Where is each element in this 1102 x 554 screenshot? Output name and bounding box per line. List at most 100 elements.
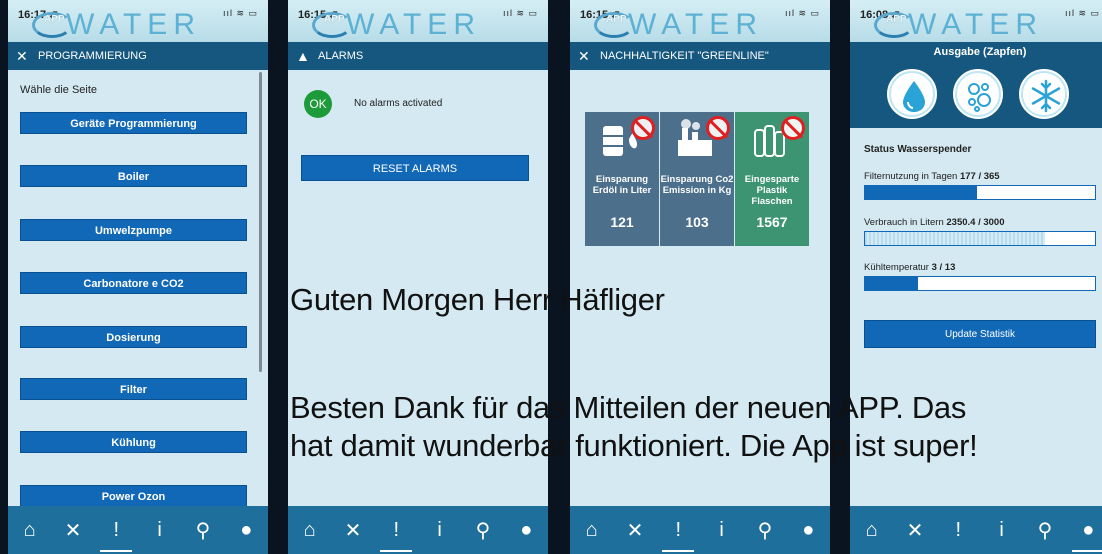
tile-label: Eingesparte Plastik Flaschen: [744, 174, 800, 207]
tile-label: Einsparung Erdöl in Liter: [592, 174, 652, 196]
section-title: PROGRAMMIERUNG: [38, 50, 147, 62]
tile-erdoel: Einsparung Erdöl in Liter 121: [585, 112, 659, 246]
bottom-nav: ⌂ ✕ ! i ⚲ ●: [850, 506, 1102, 554]
alert-glyph: !: [113, 518, 120, 541]
bottom-nav: ⌂ ✕ ! i ⚲ ●: [570, 506, 830, 554]
top-status-bar: 16:08 ⬈ APP WATER ııl ≋ ▭: [850, 0, 1102, 42]
update-statistik-button[interactable]: Update Statistik: [864, 320, 1096, 348]
search-icon[interactable]: ⚲: [183, 510, 223, 550]
alert-icon[interactable]: !: [658, 510, 698, 552]
tools-icon: ✕: [16, 48, 28, 64]
status-title: Status Wasserspender: [864, 144, 972, 155]
user-icon[interactable]: ●: [226, 510, 266, 550]
section-title: NACHHALTIGKEIT "GREENLINE": [600, 50, 769, 62]
snowflake-icon: [1031, 79, 1061, 113]
stat-value: 3 / 13: [931, 262, 956, 273]
stat-filter-bar: [864, 185, 1096, 200]
tools-icon[interactable]: ✕: [333, 510, 373, 550]
alert-icon[interactable]: !: [96, 510, 136, 552]
stat-value: 2350.4 / 3000: [946, 217, 1005, 228]
ok-badge: OK: [304, 90, 332, 118]
signal-wifi-battery-icon: ııl ≋ ▭: [502, 8, 538, 18]
menu-button-boiler[interactable]: Boiler: [20, 165, 247, 187]
search-icon[interactable]: ⚲: [745, 510, 785, 550]
home-icon[interactable]: ⌂: [10, 510, 50, 550]
alert-icon[interactable]: !: [376, 510, 416, 552]
menu-button-dosierung[interactable]: Dosierung: [20, 326, 247, 348]
tools-icon: ✕: [578, 48, 590, 64]
menu-button-umwelzpumpe[interactable]: Umwelzpumpe: [20, 219, 247, 241]
phone-programmierung: 16:17 ⬈ APP WATER ııl ≋ ▭ ✕ PROGRAMMIERU…: [8, 0, 268, 554]
stat-verbrauch-bar: [864, 231, 1096, 246]
warning-icon: ▲: [296, 48, 310, 64]
tile-value: 103: [685, 214, 709, 230]
logo-app-text: APP: [606, 14, 627, 25]
tile-co2: Einsparung Co2 Emission in Kg 103: [660, 112, 734, 246]
sparkling-water-button[interactable]: [950, 66, 1006, 122]
user-icon[interactable]: ●: [506, 510, 546, 550]
alert-icon[interactable]: !: [938, 510, 978, 550]
menu-button-filter[interactable]: Filter: [20, 378, 247, 400]
top-status-bar: 16:15 ⬈ APP WATER ııl ≋ ▭: [288, 0, 548, 42]
home-icon[interactable]: ⌂: [852, 510, 892, 550]
search-icon[interactable]: ⚲: [1025, 510, 1065, 550]
search-icon[interactable]: ⚲: [463, 510, 503, 550]
caption-line-3: hat damit wunderbar funktioniert. Die Ap…: [290, 428, 978, 463]
still-water-button[interactable]: [884, 66, 940, 122]
user-icon[interactable]: ●: [788, 510, 828, 550]
stat-name: Kühltemperatur: [864, 262, 929, 273]
dispense-title: Ausgabe (Zapfen): [933, 46, 1027, 58]
app-logo: APP WATER: [872, 6, 1062, 41]
cold-water-button[interactable]: [1016, 66, 1072, 122]
bottom-nav: ⌂ ✕ ! i ⚲ ●: [8, 506, 268, 554]
menu-button-carbonatore[interactable]: Carbonatore e CO2: [20, 272, 247, 294]
stat-temperatur-fill: [865, 277, 918, 290]
info-icon[interactable]: i: [420, 510, 460, 550]
user-icon[interactable]: ●: [1068, 510, 1102, 552]
tools-icon[interactable]: ✕: [895, 510, 935, 550]
stat-verbrauch-label: Verbrauch in Litern 2350.4 / 3000: [864, 217, 1005, 228]
logo-app-text: APP: [44, 14, 65, 25]
prohibited-icon: [706, 116, 730, 140]
cold-water-ring: [1021, 71, 1067, 117]
stat-verbrauch-fill: [865, 232, 1046, 245]
home-icon[interactable]: ⌂: [290, 510, 330, 550]
section-header: ✕ NACHHALTIGKEIT "GREENLINE": [570, 42, 830, 70]
tools-icon[interactable]: ✕: [615, 510, 655, 550]
scrollbar[interactable]: [259, 72, 262, 372]
stat-filter-fill: [865, 186, 977, 199]
menu-button-geraete[interactable]: Geräte Programmierung: [20, 112, 247, 134]
prohibited-icon: [631, 116, 655, 140]
tile-plastik: Eingesparte Plastik Flaschen 1567: [735, 112, 809, 246]
info-icon[interactable]: i: [702, 510, 742, 550]
info-icon[interactable]: i: [140, 510, 180, 550]
menu-button-kuehlung[interactable]: Kühlung: [20, 431, 247, 453]
still-water-ring: [889, 71, 935, 117]
alert-glyph: !: [955, 518, 962, 541]
tools-icon[interactable]: ✕: [53, 510, 93, 550]
menu-button-power-ozon[interactable]: Power Ozon: [20, 485, 247, 507]
stat-temperatur-label: Kühltemperatur 3 / 13: [864, 262, 955, 273]
phone-nachhaltigkeit: 16:15 ⬈ APP WATER ııl ≋ ▭ ✕ NACHHALTIGKE…: [570, 0, 830, 554]
section-header: ▲ ALARMS: [288, 42, 548, 70]
tile-label: Einsparung Co2 Emission in Kg: [660, 174, 734, 196]
tile-value: 1567: [756, 214, 788, 230]
app-logo: APP WATER: [30, 6, 220, 41]
info-icon[interactable]: i: [982, 510, 1022, 550]
stat-name: Filternutzung in Tagen: [864, 171, 958, 182]
stat-temperatur-bar: [864, 276, 1096, 291]
stat-filter-label: Filternutzung in Tagen 177 / 365: [864, 171, 1000, 182]
phone-ausgabe: 16:08 ⬈ APP WATER ııl ≋ ▭ Ausgabe (Zapfe…: [850, 0, 1102, 554]
stat-value: 177 / 365: [959, 171, 1000, 182]
caption-greeting: Guten Morgen Herr Häfliger: [290, 282, 665, 317]
logo-water-text: WATER: [66, 8, 201, 41]
reset-alarms-button[interactable]: RESET ALARMS: [301, 155, 529, 181]
top-status-bar: 16:17 ⬈ APP WATER ııl ≋ ▭: [8, 0, 268, 42]
alarm-status-text: No alarms activated: [354, 98, 443, 109]
bottom-nav: ⌂ ✕ ! i ⚲ ●: [288, 506, 548, 554]
home-icon[interactable]: ⌂: [572, 510, 612, 550]
signal-wifi-battery-icon: ııl ≋ ▭: [222, 8, 258, 18]
alert-glyph: !: [393, 518, 400, 541]
top-status-bar: 16:15 ⬈ APP WATER ııl ≋ ▭: [570, 0, 830, 42]
bubbles-icon: [968, 83, 991, 112]
